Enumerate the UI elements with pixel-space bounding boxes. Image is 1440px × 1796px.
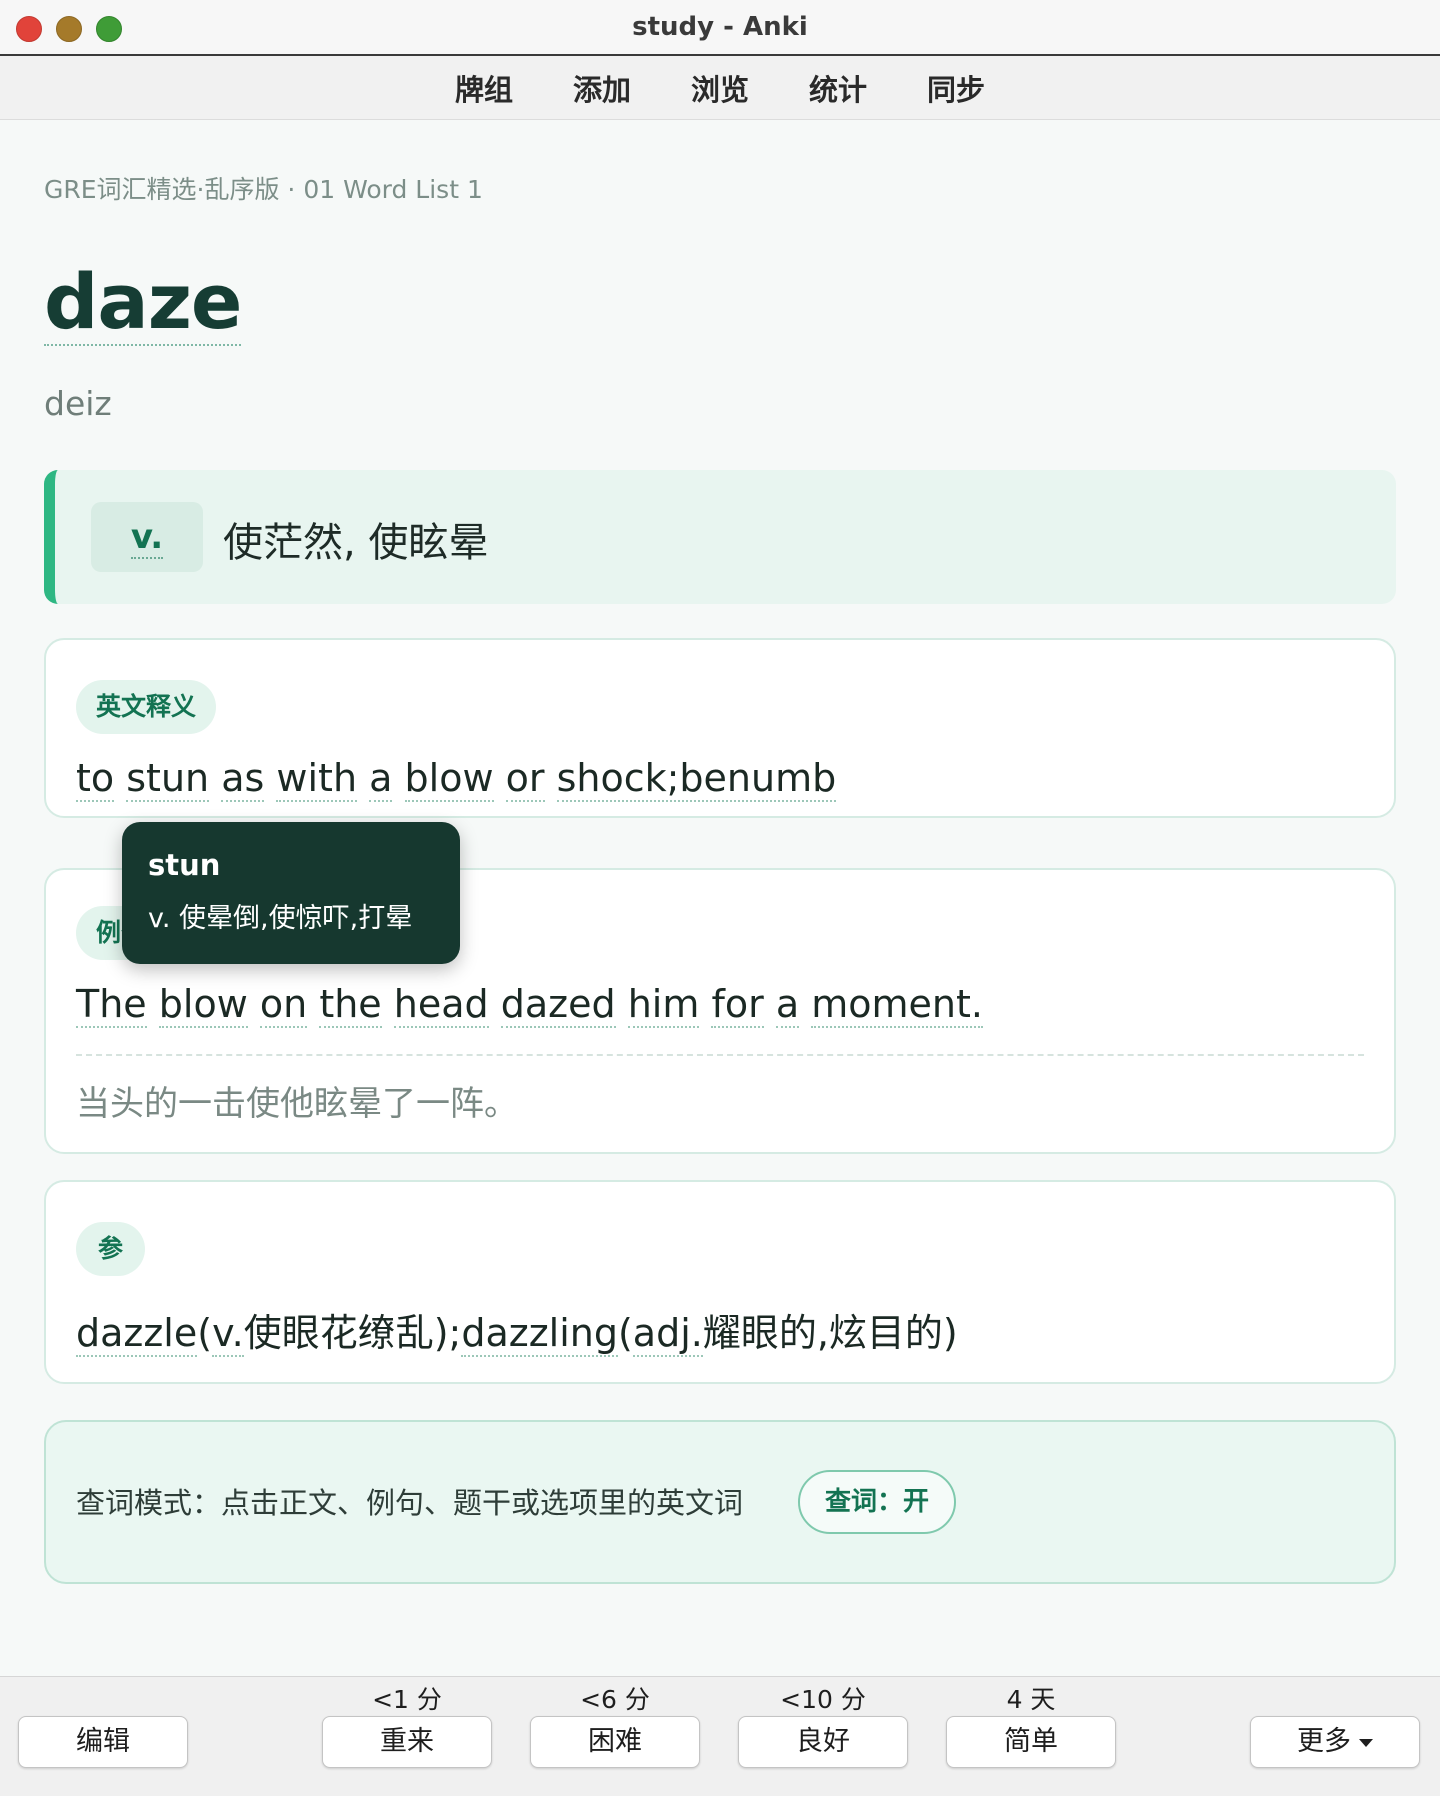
phonetic: deiz — [44, 384, 112, 423]
good-interval: <10 分 — [780, 1685, 866, 1714]
more-label: 更多 — [1297, 1726, 1351, 1757]
english-definition-text: to stun as with a blow or shock;benumb — [76, 756, 837, 802]
lookup-word[interactable]: as — [221, 756, 265, 802]
window-titlebar: study - Anki — [0, 0, 1440, 56]
more-button[interactable]: 更多 — [1250, 1716, 1420, 1768]
hard-button[interactable]: 困难 — [530, 1716, 700, 1768]
lookup-word[interactable]: dazzling — [461, 1311, 618, 1357]
example-divider — [76, 1054, 1364, 1056]
again-interval: <1 分 — [372, 1685, 442, 1714]
english-definition-label: 英文释义 — [76, 680, 217, 734]
headword[interactable]: daze — [44, 260, 242, 346]
easy-button[interactable]: 简单 — [946, 1716, 1116, 1768]
lookup-word[interactable]: moment. — [811, 982, 983, 1028]
lookup-word[interactable]: a — [369, 756, 393, 802]
example-translation: 当头的一击使他眩晕了一阵。 — [76, 1084, 518, 1124]
definition-box: v. 使茫然, 使眩晕 — [44, 470, 1396, 604]
good-button[interactable]: 良好 — [738, 1716, 908, 1768]
lookup-word[interactable]: v. — [212, 1311, 244, 1357]
definition-text: 使茫然, 使眩晕 — [223, 520, 489, 566]
word-tooltip: stun v. 使晕倒,使惊吓,打晕 — [122, 822, 460, 964]
related-words-text: dazzle(v.使眼花缭乱);dazzling(adj.耀眼的,炫目的) — [76, 1302, 958, 1357]
part-of-speech[interactable]: v. — [130, 517, 164, 559]
lookup-word[interactable]: dazed — [500, 982, 616, 1028]
lookup-word[interactable]: or — [505, 756, 545, 802]
lookup-toggle-button[interactable]: 查词：开 — [798, 1470, 956, 1534]
deck-breadcrumb: GRE词汇精选·乱序版 · 01 Word List 1 — [44, 175, 483, 204]
caret-down-icon — [1359, 1738, 1373, 1747]
lookup-word[interactable]: to — [76, 756, 115, 802]
lookup-word[interactable]: The — [76, 982, 147, 1028]
related-text: 使眼花缭乱); — [243, 1311, 462, 1355]
lookup-word[interactable]: shock;benumb — [556, 756, 837, 802]
tooltip-definition: v. 使晕倒,使惊吓,打晕 — [148, 903, 413, 934]
main-toolbar: 牌组 添加 浏览 统计 同步 — [0, 56, 1440, 120]
lookup-word[interactable]: blow — [404, 756, 494, 802]
lookup-mode-box: 查词模式：点击正文、例句、题干或选项里的英文词 查词：开 — [44, 1420, 1396, 1584]
answer-bar — [0, 1676, 1440, 1796]
lookup-word[interactable]: head — [393, 982, 489, 1028]
window-title: study - Anki — [632, 12, 808, 42]
example-sentence: The blow on the head dazed him for a mom… — [76, 982, 983, 1028]
tooltip-word: stun — [148, 848, 221, 882]
lookup-word[interactable]: on — [259, 982, 308, 1028]
toolbar-sync[interactable]: 同步 — [925, 67, 987, 109]
lookup-word[interactable]: with — [276, 756, 358, 802]
toolbar-decks[interactable]: 牌组 — [453, 67, 515, 109]
related-label: 参 — [76, 1222, 146, 1276]
hard-interval: <6 分 — [580, 1685, 650, 1714]
related-text: 耀眼的,炫目的) — [702, 1311, 958, 1355]
lookup-word[interactable]: dazzle — [76, 1311, 198, 1357]
lookup-word[interactable]: the — [319, 982, 382, 1028]
lookup-word[interactable]: a — [775, 982, 800, 1028]
lookup-word[interactable]: stun — [126, 756, 210, 802]
edit-button[interactable]: 编辑 — [18, 1716, 188, 1768]
toolbar-add[interactable]: 添加 — [571, 67, 633, 109]
related-words-card: 参 dazzle(v.使眼花缭乱);dazzling(adj.耀眼的,炫目的) — [44, 1180, 1396, 1384]
easy-interval: 4 天 — [1006, 1685, 1056, 1714]
english-definition-card: 英文释义 to stun as with a blow or shock;ben… — [44, 638, 1396, 818]
related-text: ( — [617, 1311, 633, 1355]
lookup-mode-text: 查词模式：点击正文、例句、题干或选项里的英文词 — [76, 1486, 744, 1520]
lookup-word[interactable]: for — [711, 982, 764, 1028]
part-of-speech-badge: v. — [91, 502, 203, 572]
toolbar-stats[interactable]: 统计 — [807, 67, 869, 109]
lookup-word[interactable]: blow — [158, 982, 248, 1028]
again-button[interactable]: 重来 — [322, 1716, 492, 1768]
related-text: ( — [197, 1311, 213, 1355]
lookup-word[interactable]: him — [627, 982, 700, 1028]
lookup-word[interactable]: adj. — [632, 1311, 703, 1357]
toolbar-browse[interactable]: 浏览 — [689, 67, 751, 109]
